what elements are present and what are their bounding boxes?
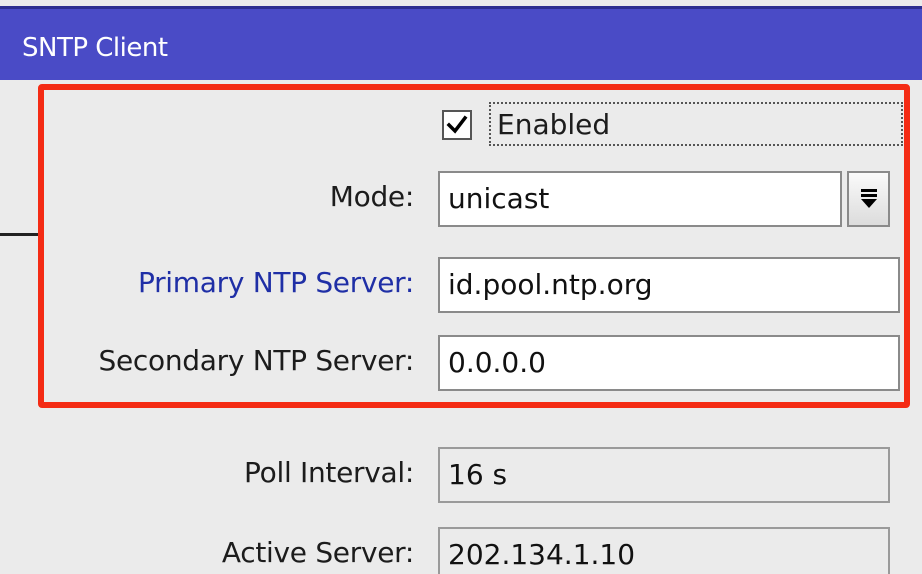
poll-interval-label: Poll Interval: <box>244 456 414 489</box>
active-server-label: Active Server: <box>221 536 414 569</box>
title-bar[interactable]: SNTP Client <box>0 6 922 80</box>
sntp-client-window: SNTP Client Enabled Mode: unicast Primar… <box>0 0 922 574</box>
poll-interval-value: 16 s <box>438 447 890 503</box>
callout-line <box>0 233 40 236</box>
window-title: SNTP Client <box>22 33 168 63</box>
highlight-box <box>38 84 910 408</box>
active-server-value: 202.134.1.10 <box>438 527 890 574</box>
